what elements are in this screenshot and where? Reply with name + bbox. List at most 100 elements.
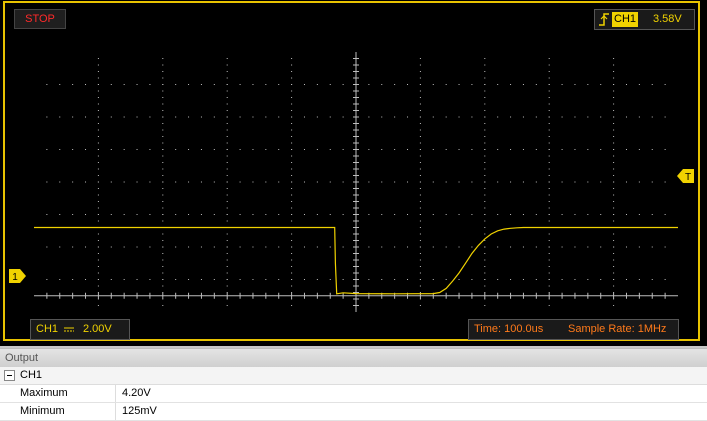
grid-dot xyxy=(85,116,87,118)
grid-dot xyxy=(303,246,305,248)
grid-dot xyxy=(123,181,125,183)
grid-dot xyxy=(625,84,627,85)
grid-dot xyxy=(97,84,99,85)
grid-dot xyxy=(574,214,576,215)
grid-dot xyxy=(252,149,254,150)
grid-dot xyxy=(291,266,293,267)
grid-dot xyxy=(484,116,486,118)
grid-dot xyxy=(613,220,615,222)
grid-dot xyxy=(548,305,550,306)
grid-dot xyxy=(484,207,486,209)
grid-dot xyxy=(664,116,666,118)
grid-dot xyxy=(522,116,524,118)
grid-dot xyxy=(162,103,164,105)
trigger-level-marker[interactable]: T xyxy=(676,169,694,183)
grid-dot xyxy=(213,246,215,248)
grid-dot xyxy=(613,155,615,157)
timebase-status[interactable]: Time: 100.0us Sample Rate: 1MHz xyxy=(468,319,679,340)
output-channel-row[interactable]: CH1 xyxy=(0,367,707,385)
grid-dot xyxy=(419,201,421,202)
grid-dot xyxy=(291,253,293,254)
grid-dot xyxy=(97,90,99,92)
grid-dot xyxy=(97,305,99,306)
grid-dot xyxy=(291,142,293,144)
grid-dot xyxy=(291,97,293,98)
grid-dot xyxy=(419,168,421,170)
grid-dot xyxy=(97,233,99,235)
grid-dot xyxy=(510,116,512,118)
grid-dot xyxy=(97,58,99,59)
grid-dot xyxy=(458,246,460,248)
grid-dot xyxy=(419,116,421,118)
grid-dot xyxy=(110,279,112,280)
grid-dot xyxy=(291,136,293,137)
grid-dot xyxy=(419,110,421,111)
rising-edge-icon xyxy=(599,13,609,26)
property-row-maximum[interactable]: Maximum 4.20V xyxy=(0,385,707,403)
grid-dot xyxy=(419,129,421,131)
grid-dot xyxy=(97,220,99,222)
grid-dot xyxy=(432,116,434,118)
grid-dot xyxy=(162,77,164,79)
grid-dot xyxy=(265,116,267,118)
grid-dot xyxy=(97,259,99,261)
grid-dot xyxy=(110,214,112,215)
grid-dot xyxy=(162,175,164,176)
grid-dot xyxy=(59,279,61,280)
grid-dot xyxy=(548,168,550,170)
grid-dot xyxy=(510,181,512,183)
grid-dot xyxy=(291,181,293,183)
property-row-minimum[interactable]: Minimum 125mV xyxy=(0,403,707,421)
grid-dot xyxy=(278,84,280,85)
grid-dot xyxy=(226,110,228,111)
grid-dot xyxy=(149,116,151,118)
run-stop-button[interactable]: STOP xyxy=(14,9,66,29)
grid-dot xyxy=(548,266,550,267)
grid-dot xyxy=(471,149,473,150)
grid-dot xyxy=(149,181,151,183)
grid-dot xyxy=(625,246,627,248)
trigger-status[interactable]: CH1 3.58V xyxy=(594,9,695,30)
grid-dot xyxy=(484,240,486,241)
grid-dot xyxy=(278,116,280,118)
grid-dot xyxy=(638,116,640,118)
grid-dot xyxy=(458,214,460,215)
grid-dot xyxy=(419,58,421,59)
grid-dot xyxy=(342,246,344,248)
grid-dot xyxy=(651,246,653,248)
grid-dot xyxy=(613,181,615,183)
grid-dot xyxy=(291,279,293,280)
grid-dot xyxy=(97,253,99,254)
grid-dot xyxy=(651,279,653,280)
grid-dot xyxy=(613,103,615,105)
grid-dot xyxy=(625,279,627,280)
grid-dot xyxy=(471,214,473,215)
grid-dot xyxy=(226,136,228,137)
grid-dot xyxy=(535,116,537,118)
trigger-marker-label: T xyxy=(685,172,691,183)
collapse-toggle-icon[interactable] xyxy=(4,370,15,381)
grid-dot xyxy=(213,116,215,118)
sample-rate: Sample Rate: 1MHz xyxy=(568,323,667,335)
grid-dot xyxy=(613,142,615,144)
grid-dot xyxy=(484,214,486,215)
grid-dot xyxy=(291,123,293,124)
grid-dot xyxy=(265,181,267,183)
grid-dot xyxy=(445,246,447,248)
grid-dot xyxy=(162,266,164,267)
grid-dot xyxy=(123,84,125,85)
channel-name: CH1 xyxy=(36,323,59,335)
grid-dot xyxy=(548,129,550,131)
grid-dot xyxy=(548,279,550,280)
ch1-ground-marker[interactable]: 1 xyxy=(9,269,27,283)
grid-dot xyxy=(419,214,421,215)
grid-dot xyxy=(419,71,421,72)
grid-dot xyxy=(522,84,524,85)
grid-dot xyxy=(162,71,164,72)
grid-dot xyxy=(419,279,421,280)
grid-dot xyxy=(613,110,615,111)
grid-dot xyxy=(484,142,486,144)
channel-scale[interactable]: CH1 2.00V xyxy=(30,319,130,340)
grid-dot xyxy=(342,279,344,280)
grid-dot xyxy=(600,246,602,248)
